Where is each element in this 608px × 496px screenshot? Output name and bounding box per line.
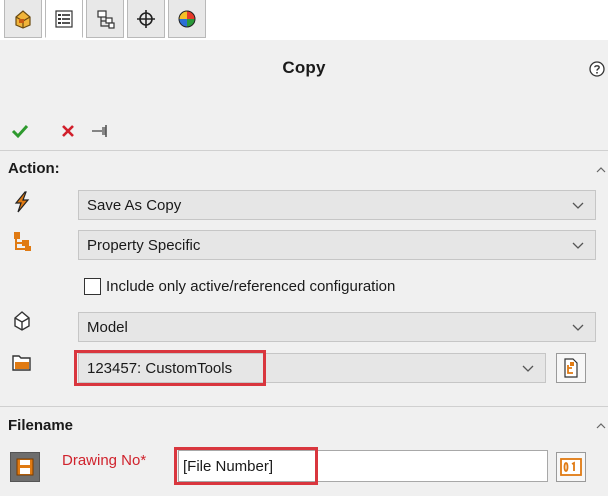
display-manager-icon (178, 10, 196, 27)
action-select-value: Save As Copy (87, 196, 182, 214)
type-select-value: Model (87, 318, 128, 336)
insert-number-button[interactable] (556, 452, 586, 482)
include-config-checkbox-row[interactable]: Include only active/referenced configura… (84, 278, 395, 295)
page-title: Copy (282, 58, 326, 77)
save-filename-button[interactable] (10, 452, 40, 482)
tab-dimxpert-manager[interactable] (127, 0, 165, 38)
property-manager-tab-bar (0, 0, 608, 40)
folder-tree-icon (564, 358, 578, 378)
check-icon (11, 124, 29, 139)
collapse-icon[interactable] (596, 422, 606, 430)
type-select[interactable]: Model (78, 312, 596, 342)
include-config-checkbox[interactable] (84, 278, 101, 295)
action-section-heading: Action: (8, 160, 60, 177)
model-part-icon (14, 311, 30, 331)
tab-configuration-manager[interactable] (86, 0, 124, 38)
folder-icon (12, 355, 31, 371)
configuration-manager-icon (97, 9, 115, 29)
close-icon (62, 125, 74, 137)
chevron-down-icon (572, 242, 584, 249)
property-manager-icon (55, 9, 73, 28)
chevron-down-icon (572, 324, 584, 331)
cancel-button[interactable] (58, 120, 78, 142)
source-select[interactable]: Property Specific (78, 230, 596, 260)
chevron-down-icon (572, 202, 584, 209)
browse-folder-button[interactable] (556, 353, 586, 383)
section-divider (0, 150, 608, 151)
drawing-no-label: Drawing No* (62, 452, 147, 469)
action-select[interactable]: Save As Copy (78, 190, 596, 220)
ok-button[interactable] (10, 120, 30, 142)
filename-section-heading: Filename (8, 417, 74, 434)
tab-feature-manager[interactable] (4, 0, 42, 38)
collapse-icon[interactable] (596, 166, 606, 174)
property-tree-icon (14, 232, 31, 251)
pin-button[interactable] (90, 120, 112, 142)
feature-manager-icon (15, 9, 31, 29)
highlight-box (174, 447, 318, 485)
highlight-box (74, 350, 266, 386)
pin-icon (92, 125, 107, 137)
source-select-value: Property Specific (87, 236, 201, 254)
chevron-down-icon (522, 365, 534, 372)
number-icon (560, 458, 582, 476)
dimxpert-icon (137, 9, 155, 28)
help-icon[interactable] (589, 61, 605, 77)
property-manager-panel (0, 40, 608, 496)
include-config-label: Include only active/referenced configura… (106, 278, 396, 295)
tab-property-manager[interactable] (45, 0, 83, 38)
section-divider (0, 406, 608, 407)
tab-display-manager[interactable] (168, 0, 206, 38)
action-lightning-icon (14, 191, 30, 213)
save-icon (16, 458, 34, 476)
